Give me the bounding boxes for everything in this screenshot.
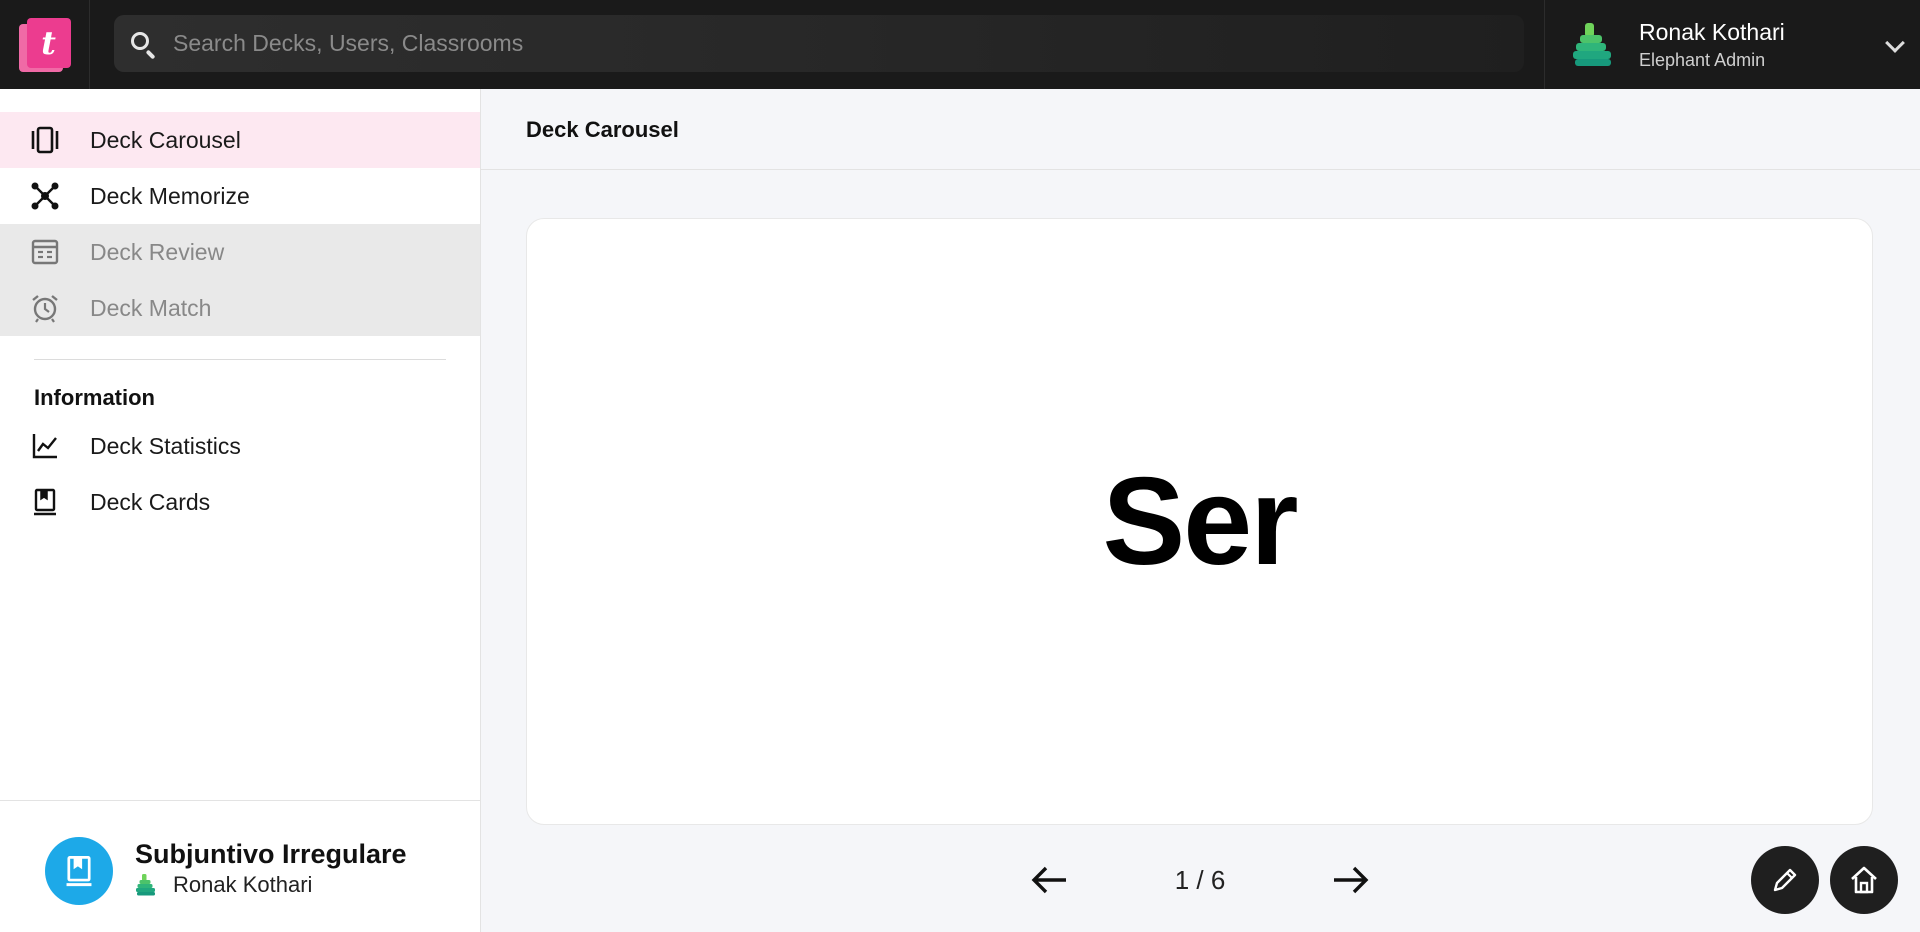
search-bar[interactable] [114, 15, 1524, 72]
sidebar-item-label: Deck Carousel [90, 126, 241, 153]
sidebar-item-deck-statistics[interactable]: Deck Statistics [0, 418, 480, 474]
sidebar-item-deck-cards[interactable]: Deck Cards [0, 474, 480, 530]
home-button[interactable] [1830, 846, 1898, 914]
sidebar-item-label: Deck Match [90, 294, 212, 321]
deck-owner[interactable]: Ronak Kothari [135, 872, 312, 898]
main-header: Deck Carousel [481, 89, 1920, 170]
alarm-clock-icon [30, 293, 60, 323]
logo-glyph: t [41, 23, 56, 62]
pencil-icon [1773, 868, 1797, 892]
sidebar-item-label: Deck Cards [90, 488, 211, 515]
sidebar-item-deck-match[interactable]: Deck Match [0, 280, 480, 336]
sidebar-item-label: Deck Review [90, 238, 225, 265]
flashcard[interactable]: Ser [526, 218, 1873, 825]
deck-title: Subjuntivo Irregulare [135, 839, 407, 869]
sidebar-item-deck-review[interactable]: Deck Review [0, 224, 480, 280]
section-title-information: Information [34, 385, 155, 410]
logo-link[interactable]: t [0, 0, 90, 89]
hub-icon [30, 181, 60, 211]
card-pager: 1 / 6 [1020, 855, 1380, 905]
search-icon[interactable] [129, 30, 157, 59]
flashcard-text: Ser [1102, 452, 1299, 591]
sidebar-item-deck-carousel[interactable]: Deck Carousel [0, 112, 480, 168]
carousel-icon [30, 125, 60, 155]
next-card-button[interactable] [1320, 858, 1380, 902]
app-logo: t [18, 17, 71, 72]
arrow-right-icon [1334, 866, 1369, 894]
sidebar-item-label: Deck Statistics [90, 432, 241, 459]
sidebar-divider [34, 359, 446, 360]
review-sheet-icon [30, 237, 60, 267]
sidebar-item-label: Deck Memorize [90, 182, 250, 209]
arrow-left-icon [1031, 866, 1066, 894]
user-role: Elephant Admin [1639, 49, 1766, 70]
line-chart-icon [30, 431, 60, 461]
chevron-down-icon[interactable] [1885, 33, 1905, 53]
book-icon [66, 856, 92, 887]
elephant-avatar-icon [136, 874, 155, 896]
top-bar: t Ronak Kothari Elephant Admin [0, 0, 1920, 89]
search-input[interactable] [173, 30, 1524, 57]
bookmark-book-icon [30, 487, 60, 517]
page-title: Deck Carousel [526, 117, 679, 142]
user-name: Ronak Kothari [1639, 18, 1785, 45]
user-menu[interactable]: Ronak Kothari Elephant Admin [1544, 0, 1920, 89]
previous-card-button[interactable] [1020, 858, 1080, 902]
edit-button[interactable] [1751, 846, 1819, 914]
page-counter: 1 / 6 [1174, 864, 1226, 895]
home-icon [1851, 866, 1877, 894]
elephant-avatar-icon [1573, 22, 1611, 66]
deck-badge [45, 837, 113, 905]
deck-owner-name: Ronak Kothari [173, 872, 313, 897]
sidebar-item-deck-memorize[interactable]: Deck Memorize [0, 168, 480, 224]
deck-info: Subjuntivo Irregulare Ronak Kothari [0, 800, 480, 932]
sidebar: Deck Carousel Deck Memorize Deck Review … [0, 89, 481, 932]
